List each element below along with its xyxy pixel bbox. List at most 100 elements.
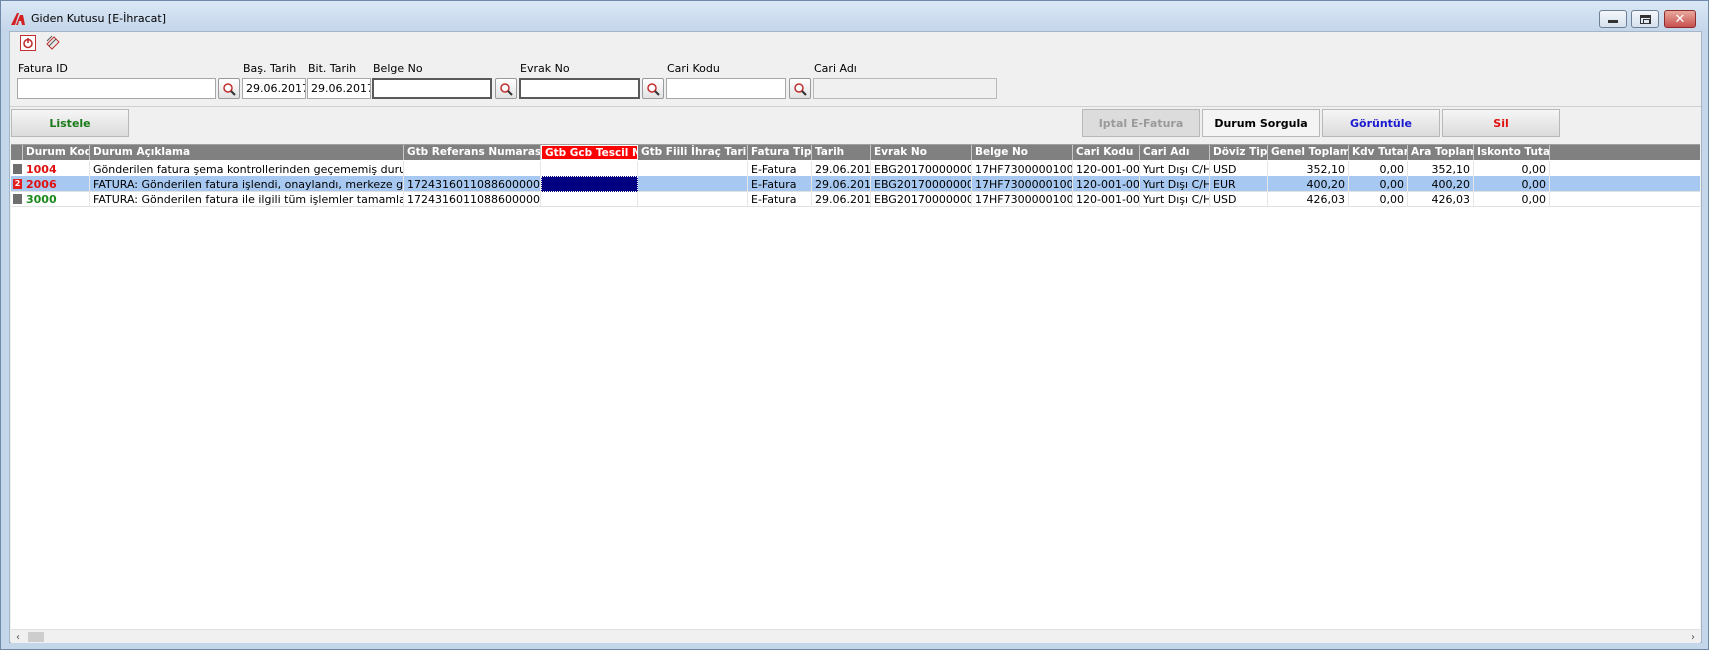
cell-evrak-no[interactable]: EBG2017000000010	[871, 191, 972, 207]
header-genel-toplam[interactable]: Genel Toplam	[1268, 145, 1349, 160]
belge-no-lookup-button[interactable]	[495, 78, 517, 99]
cell-gtb-referans[interactable]: 17243160110886000004938	[404, 176, 541, 192]
scroll-right-icon[interactable]: ›	[1686, 630, 1700, 644]
header-kdv-tutari[interactable]: Kdv Tutarı	[1349, 145, 1408, 160]
cari-kodu-lookup-button[interactable]	[789, 78, 811, 99]
cell-durum-aciklama[interactable]: Gönderilen fatura şema kontrollerinden g…	[90, 161, 404, 177]
durum-sorgula-button[interactable]: Durum Sorgula	[1202, 109, 1320, 137]
maximize-button[interactable]	[1631, 10, 1659, 28]
cell-durum-aciklama[interactable]: FATURA: Gönderilen fatura ile ilgili tüm…	[90, 191, 404, 207]
scroll-thumb[interactable]	[28, 632, 44, 642]
header-gtb-tescil[interactable]: Gtb Gcb Tescil No	[541, 145, 638, 160]
row-indicator[interactable]	[13, 194, 22, 204]
cell-durum-kodu[interactable]: 3000	[23, 191, 90, 207]
sil-button[interactable]: Sil	[1442, 109, 1560, 137]
cell-gtb-tescil[interactable]	[541, 161, 638, 177]
header-iskonto-tutar[interactable]: Iskonto Tutar	[1474, 145, 1550, 160]
cell-evrak-no[interactable]: EBG2017000000013	[871, 161, 972, 177]
cell-tarih[interactable]: 29.06.2017	[812, 176, 871, 192]
cell-cari-kodu[interactable]: 120-001-002	[1073, 191, 1140, 207]
main-window: Giden Kutusu [E-İhracat] ✕ Fatura ID Baş…	[0, 0, 1709, 650]
header-ara-toplam[interactable]: Ara Toplam	[1408, 145, 1474, 160]
fatura-id-input[interactable]	[17, 78, 216, 99]
iptal-efatura-button[interactable]: Iptal E-Fatura	[1082, 109, 1200, 137]
evrak-no-input[interactable]	[519, 78, 640, 99]
layers-icon[interactable]	[44, 34, 62, 52]
cell-cari-adi[interactable]: Yurt Dışı C/H	[1140, 161, 1210, 177]
table-row[interactable]: 3000 FATURA: Gönderilen fatura ile ilgili…	[11, 191, 1700, 207]
cell-durum-aciklama[interactable]: FATURA: Gönderilen fatura işlendi, onayl…	[90, 176, 404, 192]
cell-durum-kodu[interactable]: 1004	[23, 161, 90, 177]
scroll-left-icon[interactable]: ‹	[11, 630, 25, 644]
cari-kodu-input[interactable]	[666, 78, 786, 99]
cell-gtb-referans[interactable]: 17243160110886000004822	[404, 191, 541, 207]
cell-tarih[interactable]: 29.06.2017	[812, 161, 871, 177]
cell-cari-kodu[interactable]: 120-001-002	[1073, 161, 1140, 177]
cell-belge-no[interactable]: 17HF730000010009	[972, 161, 1073, 177]
close-button[interactable]: ✕	[1664, 10, 1696, 28]
listele-button[interactable]: Listele	[11, 109, 129, 137]
row-indicator[interactable]	[13, 164, 22, 174]
cell-fatura-tipi[interactable]: E-Fatura	[748, 191, 812, 207]
invoice-grid: Durum Kodu Durum Açıklama Gtb Referans N…	[11, 144, 1700, 643]
header-fatura-tipi[interactable]: Fatura Tipi	[748, 145, 812, 160]
cell-gtb-fiili-tarih[interactable]	[638, 161, 748, 177]
header-durum-aciklama[interactable]: Durum Açıklama	[90, 145, 404, 160]
evrak-no-label: Evrak No	[520, 62, 570, 75]
cell-ara-toplam[interactable]: 400,20	[1408, 176, 1474, 192]
cell-gtb-tescil[interactable]	[541, 176, 638, 192]
minimize-button[interactable]	[1599, 10, 1627, 28]
cell-doviz-tipi[interactable]: USD	[1210, 161, 1268, 177]
cell-iskonto-tutar[interactable]: 0,00	[1474, 191, 1550, 207]
cell-cari-adi[interactable]: Yurt Dışı C/H	[1140, 191, 1210, 207]
belge-no-input[interactable]	[372, 78, 492, 99]
header-tarih[interactable]: Tarih	[812, 145, 871, 160]
cell-gtb-tescil[interactable]	[541, 191, 638, 207]
minimize-icon	[1608, 20, 1618, 23]
header-durum-kodu[interactable]: Durum Kodu	[23, 145, 90, 160]
cell-gtb-fiili-tarih[interactable]	[638, 191, 748, 207]
fatura-id-lookup-button[interactable]	[218, 78, 240, 99]
header-evrak-no[interactable]: Evrak No	[871, 145, 972, 160]
cell-evrak-no[interactable]: EBG2017000000012	[871, 176, 972, 192]
cell-iskonto-tutar[interactable]: 0,00	[1474, 161, 1550, 177]
header-cari-adi[interactable]: Cari Adı	[1140, 145, 1210, 160]
table-row[interactable]: 1004 Gönderilen fatura şema kontrollerind…	[11, 161, 1700, 177]
cell-cari-kodu[interactable]: 120-001-002	[1073, 176, 1140, 192]
cell-genel-toplam[interactable]: 400,20	[1268, 176, 1349, 192]
header-cari-kodu[interactable]: Cari Kodu	[1073, 145, 1140, 160]
cell-kdv-tutari[interactable]: 0,00	[1349, 161, 1408, 177]
cell-gtb-referans[interactable]	[404, 161, 541, 177]
bas-tarih-input[interactable]: 29.06.2017	[242, 78, 306, 99]
cell-fatura-tipi[interactable]: E-Fatura	[748, 176, 812, 192]
cell-belge-no[interactable]: 17HF730000010008	[972, 176, 1073, 192]
cell-doviz-tipi[interactable]: USD	[1210, 191, 1268, 207]
header-gtb-referans[interactable]: Gtb Referans Numarası	[404, 145, 541, 160]
horizontal-scrollbar[interactable]: ‹ ›	[11, 629, 1700, 643]
goruntule-button[interactable]: Görüntüle	[1322, 109, 1440, 137]
header-belge-no[interactable]: Belge No	[972, 145, 1073, 160]
header-doviz-tipi[interactable]: Döviz Tipi	[1210, 145, 1268, 160]
cell-gtb-fiili-tarih[interactable]	[638, 176, 748, 192]
cell-cari-adi[interactable]: Yurt Dışı C/H	[1140, 176, 1210, 192]
cell-ara-toplam[interactable]: 426,03	[1408, 191, 1474, 207]
cell-ara-toplam[interactable]: 352,10	[1408, 161, 1474, 177]
cell-fatura-tipi[interactable]: E-Fatura	[748, 161, 812, 177]
table-row[interactable]: 2 2006 FATURA: Gönderilen fatura işlendi, …	[11, 176, 1700, 192]
row-indicator[interactable]: 2	[13, 179, 22, 189]
cell-kdv-tutari[interactable]: 0,00	[1349, 191, 1408, 207]
search-icon	[794, 82, 807, 96]
evrak-no-lookup-button[interactable]	[642, 78, 664, 99]
cell-belge-no[interactable]: 17HF730000010006	[972, 191, 1073, 207]
cell-durum-kodu[interactable]: 2006	[23, 176, 90, 192]
power-icon[interactable]	[19, 34, 37, 52]
title-bar[interactable]: Giden Kutusu [E-İhracat] ✕	[1, 1, 1708, 31]
cell-doviz-tipi[interactable]: EUR	[1210, 176, 1268, 192]
cell-tarih[interactable]: 29.06.2017	[812, 191, 871, 207]
bit-tarih-input[interactable]: 29.06.2017	[307, 78, 371, 99]
header-gtb-fiili-tarih[interactable]: Gtb Fiili İhraç Tarihi	[638, 145, 748, 160]
cell-genel-toplam[interactable]: 352,10	[1268, 161, 1349, 177]
cell-genel-toplam[interactable]: 426,03	[1268, 191, 1349, 207]
cell-iskonto-tutar[interactable]: 0,00	[1474, 176, 1550, 192]
cell-kdv-tutari[interactable]: 0,00	[1349, 176, 1408, 192]
